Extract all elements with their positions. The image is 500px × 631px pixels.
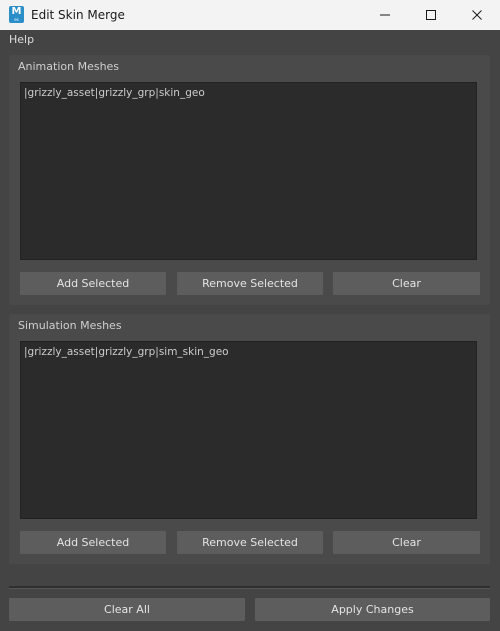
animation-add-selected-button[interactable]: Add Selected	[20, 272, 166, 295]
minimize-button[interactable]	[362, 0, 408, 30]
app-icon-letter: M	[11, 6, 22, 17]
minimize-icon	[380, 14, 390, 16]
animation-clear-button[interactable]: Clear	[333, 272, 480, 295]
simulation-remove-selected-button[interactable]: Remove Selected	[177, 531, 323, 554]
list-item[interactable]: |grizzly_asset|grizzly_grp|skin_geo	[24, 86, 205, 100]
simulation-meshes-group: Simulation Meshes |grizzly_asset|grizzly…	[9, 314, 490, 564]
apply-changes-button[interactable]: Apply Changes	[255, 598, 490, 621]
title-bar[interactable]: M es Edit Skin Merge	[0, 0, 500, 30]
window-title: Edit Skin Merge	[31, 8, 125, 22]
animation-meshes-title: Animation Meshes	[18, 60, 120, 73]
close-button[interactable]	[454, 0, 500, 30]
animation-remove-selected-button[interactable]: Remove Selected	[177, 272, 323, 295]
simulation-add-selected-button[interactable]: Add Selected	[20, 531, 166, 554]
close-icon	[472, 10, 482, 20]
maximize-icon	[426, 10, 436, 20]
edit-skin-merge-window: M es Edit Skin Merge Help Animation Mesh…	[0, 0, 500, 631]
list-item[interactable]: |grizzly_asset|grizzly_grp|sim_skin_geo	[24, 345, 229, 359]
menu-bar: Help	[0, 30, 500, 50]
footer-divider	[9, 586, 490, 589]
animation-meshes-group: Animation Meshes |grizzly_asset|grizzly_…	[9, 55, 490, 305]
menu-help[interactable]: Help	[9, 33, 34, 47]
maya-app-icon: M es	[9, 6, 24, 23]
simulation-meshes-list[interactable]: |grizzly_asset|grizzly_grp|sim_skin_geo	[20, 341, 477, 519]
animation-meshes-list[interactable]: |grizzly_asset|grizzly_grp|skin_geo	[20, 82, 477, 260]
maximize-button[interactable]	[408, 0, 454, 30]
simulation-clear-button[interactable]: Clear	[333, 531, 480, 554]
clear-all-button[interactable]: Clear All	[9, 598, 245, 621]
simulation-meshes-title: Simulation Meshes	[18, 319, 122, 332]
app-icon-sub: es	[14, 17, 19, 22]
